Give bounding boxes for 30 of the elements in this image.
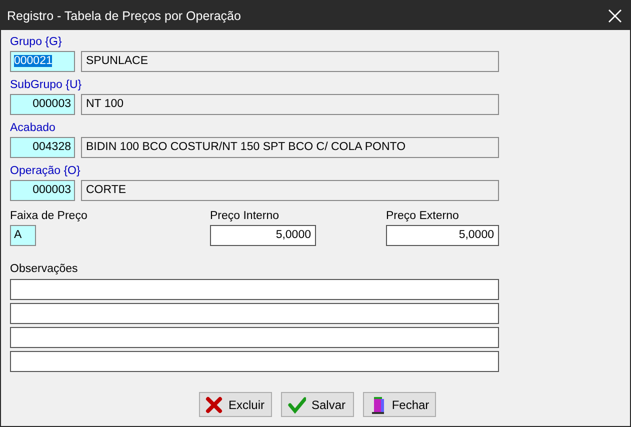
- close-button[interactable]: Fechar: [362, 392, 436, 417]
- window-title: Registro - Tabela de Preços por Operação: [7, 8, 241, 22]
- field-label: Preço Interno: [210, 209, 280, 223]
- description-field: SPUNLACE: [81, 51, 499, 72]
- checkmark-icon: [288, 396, 306, 414]
- delete-button[interactable]: Excluir: [198, 392, 272, 417]
- field-label: SubGrupo {U}: [10, 78, 83, 92]
- notes-field[interactable]: [10, 351, 499, 372]
- price-band-field[interactable]: A: [10, 225, 36, 246]
- notes-field[interactable]: [10, 279, 499, 300]
- code-field[interactable]: 004328: [10, 137, 75, 158]
- notes-field[interactable]: [10, 303, 499, 324]
- field-label: Operação {O}: [10, 164, 82, 178]
- code-field[interactable]: 000021: [10, 51, 75, 72]
- external-price-field[interactable]: 5,0000: [386, 225, 499, 246]
- field-label: Preço Externo: [386, 209, 460, 223]
- description-field: NT 100: [81, 94, 499, 115]
- code-field[interactable]: 000003: [10, 180, 75, 201]
- notes-field[interactable]: [10, 327, 499, 348]
- field-label: Acabado: [10, 121, 56, 135]
- field-label: Faixa de Preço: [10, 209, 88, 223]
- field-label: Observações: [10, 262, 79, 276]
- internal-price-field[interactable]: 5,0000: [210, 225, 316, 246]
- close-icon[interactable]: [608, 8, 622, 22]
- description-field: BIDIN 100 BCO COSTUR/NT 150 SPT BCO C/ COLA PONTO: [81, 137, 499, 158]
- code-field[interactable]: 000003: [10, 94, 75, 115]
- field-label: Grupo {G}: [10, 35, 63, 49]
- description-field: CORTE: [81, 180, 499, 201]
- x-icon: [205, 396, 224, 414]
- save-button[interactable]: Salvar: [280, 392, 354, 417]
